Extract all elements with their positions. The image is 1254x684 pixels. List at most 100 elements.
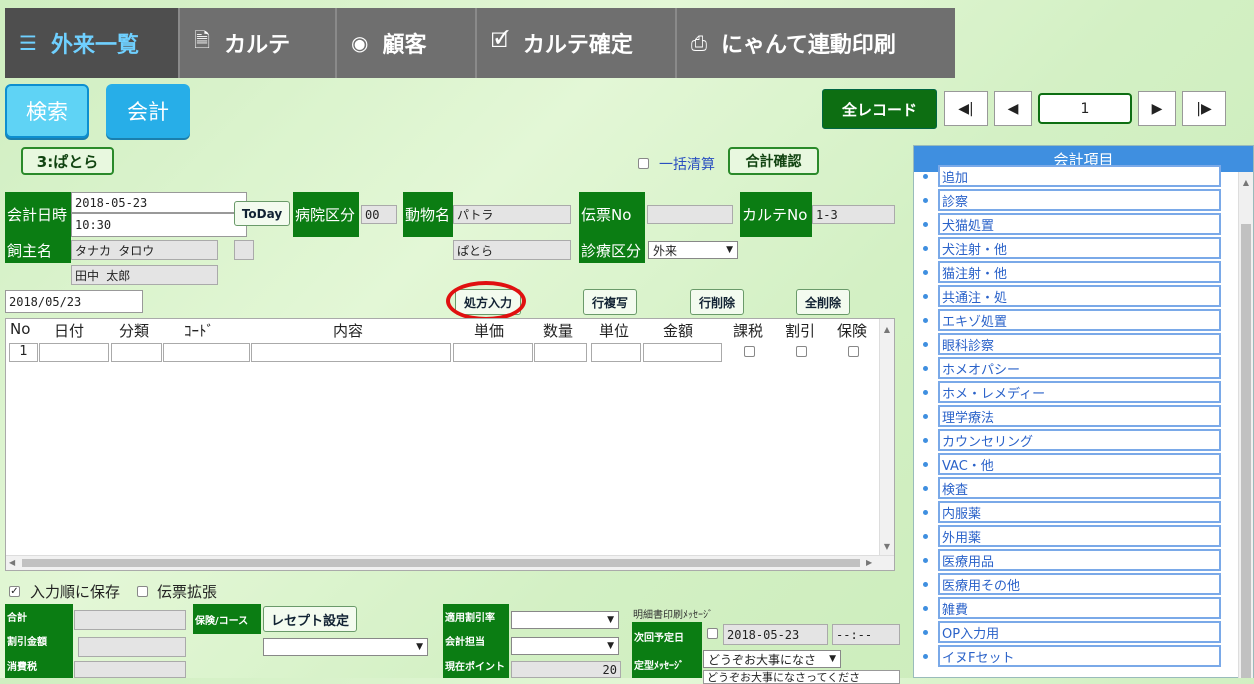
patient-tag-button[interactable]: 3:ぱとら [21, 147, 114, 175]
discount-rate-select[interactable]: ▼ [511, 611, 619, 629]
accounting-item[interactable]: ホメ・レメディー [938, 381, 1221, 403]
accounting-item[interactable]: カウンセリング [938, 429, 1221, 451]
accounting-item[interactable]: 外用薬 [938, 525, 1221, 547]
highlight-circle [446, 281, 526, 321]
chart-number-label: カルテNo [740, 192, 812, 237]
accounting-item[interactable]: OP入力用 [938, 621, 1221, 643]
tab-customer[interactable]: ◉ 顧客 [337, 8, 477, 78]
accounting-item[interactable]: 医療用その他 [938, 573, 1221, 595]
save-order-label: 入力順に保存 [30, 583, 121, 601]
accounting-item[interactable]: 内服薬 [938, 501, 1221, 523]
accounting-item[interactable]: 診察 [938, 189, 1221, 211]
col-content: 内容 [333, 322, 364, 340]
expand-slip-checkbox[interactable] [137, 586, 148, 597]
accounting-item[interactable]: 共通注・処 [938, 285, 1221, 307]
grid-horizontal-scrollbar[interactable]: ◀ ▶ [6, 555, 894, 570]
slip-number-field[interactable] [647, 205, 733, 224]
fixed-message-select[interactable]: どうぞお大事になさ ▼ [703, 650, 841, 668]
owner-kana-field[interactable]: タナカ タロウ [71, 240, 218, 260]
row-content-cell[interactable] [251, 343, 451, 362]
total-confirm-button[interactable]: 合計確認 [728, 147, 819, 175]
accounting-datetime-label: 会計日時 [5, 192, 71, 237]
row-price-cell[interactable] [453, 343, 533, 362]
first-record-button[interactable]: ◀| [944, 91, 988, 126]
page-number-input[interactable]: 1 [1038, 93, 1132, 124]
accounting-item[interactable]: 検査 [938, 477, 1221, 499]
accounting-item[interactable]: エキゾ処置 [938, 309, 1221, 331]
scroll-thumb[interactable] [22, 559, 860, 567]
chart-number-field[interactable]: 1-3 [812, 205, 895, 224]
bulk-settle-label: 一括清算 [659, 157, 715, 173]
accounting-date-field[interactable]: 2018-05-23 [71, 192, 247, 213]
accounting-item[interactable]: 医療用品 [938, 549, 1221, 571]
next-date-field[interactable]: 2018-05-23 [723, 624, 828, 645]
tab-outpatient-list[interactable]: ☰ 外来一覧 [5, 8, 180, 78]
next-date-checkbox[interactable] [707, 628, 718, 639]
diagnosis-category-select[interactable]: 外来 ▼ [648, 241, 738, 259]
col-insurance: 保険 [837, 322, 868, 340]
row-discount-checkbox[interactable] [796, 346, 807, 357]
accounting-item[interactable]: 理学療法 [938, 405, 1221, 427]
accounting-item[interactable]: VAC・他 [938, 453, 1221, 475]
entry-date-field[interactable]: 2018/05/23 [5, 290, 143, 313]
receipt-settings-button[interactable]: レセプト設定 [263, 606, 357, 632]
save-order-checkbox[interactable]: ✓ [9, 586, 20, 597]
copy-row-button[interactable]: 行複写 [583, 289, 637, 315]
printer-icon: ⎙ [691, 31, 707, 55]
accounting-item[interactable]: ホメオパシー [938, 357, 1221, 379]
tab-karte[interactable]: 🗎 カルテ [180, 8, 337, 78]
bulk-settle-checkbox[interactable] [638, 158, 649, 169]
bullet-icon [923, 510, 928, 515]
diagnosis-category-label: 診療区分 [579, 237, 645, 263]
row-insurance-checkbox[interactable] [848, 346, 859, 357]
today-button[interactable]: ToDay [234, 201, 290, 226]
hospital-category-field[interactable]: 00 [361, 205, 397, 224]
accounting-time-field[interactable]: 10:30 [71, 213, 247, 237]
row-code-cell[interactable] [163, 343, 250, 362]
billing-grid: No 日付 分類 ｺｰﾄﾞ 内容 単価 数量 単位 金額 課税 割引 保険 1 … [5, 318, 895, 571]
panel-scrollbar[interactable]: ▲ [1238, 172, 1253, 678]
insurance-course-select[interactable]: ▼ [263, 638, 428, 656]
accounting-item[interactable]: 猫注射・他 [938, 261, 1221, 283]
row-amount-cell[interactable] [643, 343, 722, 362]
next-time-field[interactable]: --:-- [832, 624, 900, 645]
document-check-icon: 🗹 [491, 28, 509, 52]
search-button[interactable]: 検索 [5, 84, 89, 138]
animal-kana-field[interactable]: パトラ [453, 205, 571, 224]
owner-extra-field[interactable] [234, 240, 254, 260]
col-discount: 割引 [785, 322, 816, 340]
discount-amount-field [78, 637, 186, 657]
prev-record-button[interactable]: ◀ [994, 91, 1032, 126]
dropdown-arrow-icon: ▼ [726, 245, 733, 255]
animal-name-field[interactable]: ぱとら [453, 240, 571, 260]
row-qty-cell[interactable] [534, 343, 587, 362]
row-tax-checkbox[interactable] [744, 346, 755, 357]
accounting-item[interactable]: 犬注射・他 [938, 237, 1221, 259]
bullet-icon [923, 270, 928, 275]
grid-vertical-scrollbar[interactable]: ▲ ▼ [879, 319, 894, 555]
accounting-item[interactable]: 眼科診察 [938, 333, 1221, 355]
accounting-staff-select[interactable]: ▼ [511, 637, 619, 655]
accounting-item[interactable]: 雑費 [938, 597, 1221, 619]
row-date-cell[interactable] [39, 343, 109, 362]
delete-all-button[interactable]: 全削除 [796, 289, 850, 315]
panel-scroll-thumb[interactable] [1241, 224, 1251, 678]
message-textarea[interactable]: どうぞお大事になさってくださ [703, 670, 900, 684]
tab-linked-print[interactable]: ⎙ にゃんて連動印刷 [677, 8, 953, 78]
dropdown-arrow-icon: ▼ [416, 642, 423, 652]
list-icon: ☰ [19, 31, 37, 55]
tab-karte-confirm[interactable]: 🗹 カルテ確定 [477, 8, 677, 78]
delete-row-button[interactable]: 行削除 [690, 289, 744, 315]
dropdown-arrow-icon: ▼ [607, 615, 614, 625]
row-unit-cell[interactable] [591, 343, 641, 362]
owner-name-field[interactable]: 田中 太郎 [71, 265, 218, 285]
last-record-button[interactable]: |▶ [1182, 91, 1226, 126]
all-records-button[interactable]: 全レコード [822, 89, 937, 129]
total-field [74, 610, 186, 630]
accounting-button[interactable]: 会計 [106, 84, 190, 138]
row-category-cell[interactable] [111, 343, 162, 362]
accounting-item[interactable]: 追加 [938, 165, 1221, 187]
next-record-button[interactable]: ▶ [1138, 91, 1176, 126]
accounting-item[interactable]: イヌFセット [938, 645, 1221, 667]
accounting-item[interactable]: 犬猫処置 [938, 213, 1221, 235]
